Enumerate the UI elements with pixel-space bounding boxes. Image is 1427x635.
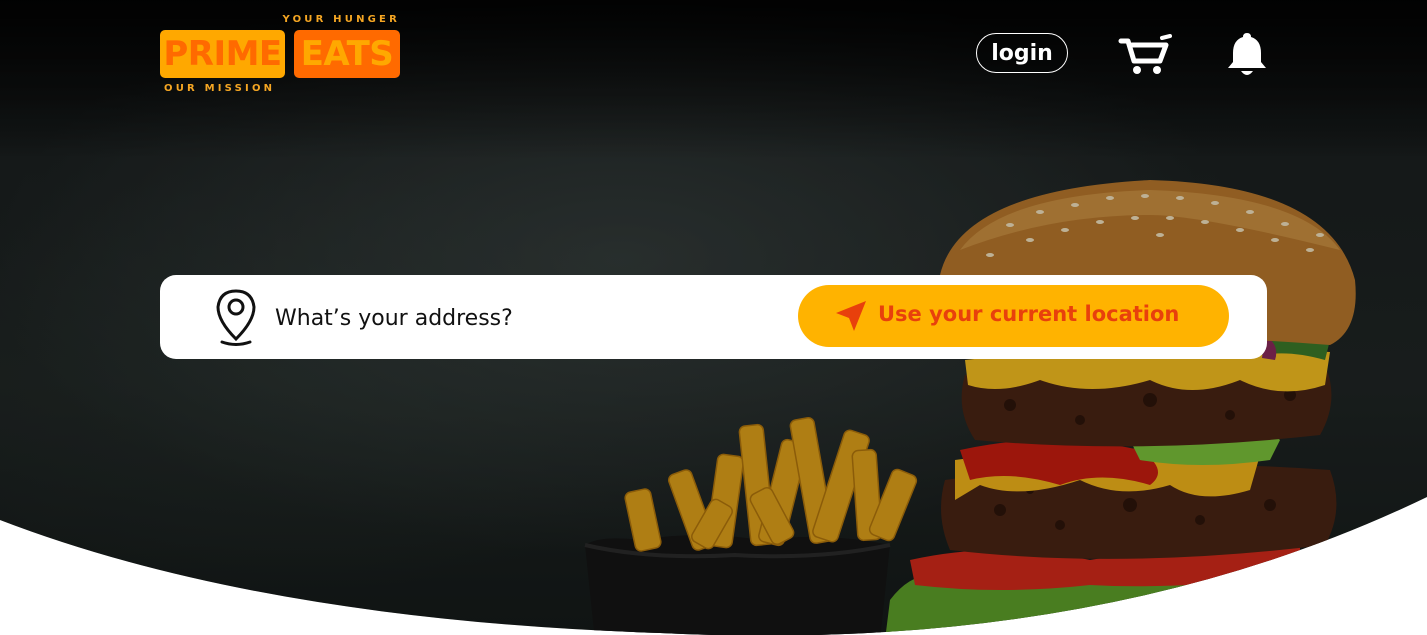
bell-icon[interactable] [1226,29,1268,79]
use-current-location-button[interactable]: Use your current location [798,285,1229,347]
location-pin-icon [216,289,256,346]
login-button[interactable]: login [976,33,1068,73]
logo-tagline-bottom: OUR MISSION [164,83,276,94]
brand-logo[interactable]: YOUR HUNGER PRIME EATS OUR MISSION [160,12,402,96]
logo-word-prime: PRIME [160,30,285,78]
page: YOUR HUNGER PRIME EATS OUR MISSION login… [0,0,1427,635]
use-current-location-label: Use your current location [878,302,1180,326]
logo-word-eats: EATS [294,30,400,78]
logo-tagline-top: YOUR HUNGER [282,14,400,25]
cart-icon[interactable] [1118,33,1172,75]
address-input[interactable] [275,299,775,337]
address-search-bar: Use your current location [160,275,1267,359]
navigation-arrow-icon [836,301,866,331]
